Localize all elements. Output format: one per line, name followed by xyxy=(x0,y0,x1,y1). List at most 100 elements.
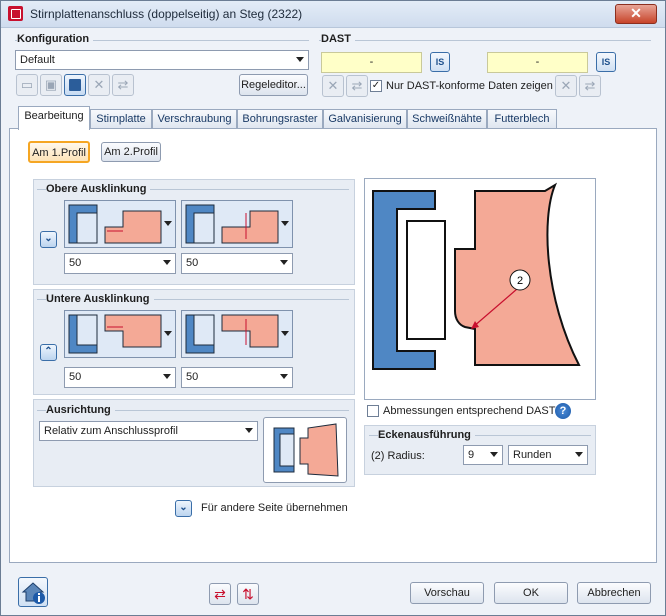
save-icon: ▣ xyxy=(44,77,58,92)
notch-vertical-icon xyxy=(185,204,279,244)
andere-seite-button[interactable]: ⌄ xyxy=(175,500,192,517)
chevron-down-icon xyxy=(280,260,288,265)
notch-horizontal-icon xyxy=(68,204,162,244)
dialog-window: Stirnplattenanschluss (doppelseitig) an … xyxy=(0,0,666,616)
chevron-down-icon xyxy=(163,374,171,379)
delete-config-button[interactable]: ✕ xyxy=(88,74,110,96)
ausrichtung-select[interactable]: Relativ zum Anschlussprofil xyxy=(39,421,258,441)
tab-galvanisierung[interactable]: Galvanisierung xyxy=(323,109,407,128)
refresh-icon: ⇄ xyxy=(584,78,596,93)
obere-value-2-select[interactable]: 50 xyxy=(181,253,293,274)
untere-variant-2[interactable] xyxy=(181,310,293,358)
joint-preview-drawing: 2 xyxy=(372,182,581,370)
double-chevron-up-icon: ⌃ xyxy=(44,346,53,357)
refresh-icon: ⇄ xyxy=(117,77,129,92)
tab-bohrungsraster[interactable]: Bohrungsraster xyxy=(237,109,323,128)
tab-futterblech[interactable]: Futterblech xyxy=(487,109,557,128)
am-2-profil-button[interactable]: Am 2.Profil xyxy=(101,142,161,162)
andere-seite-label: Für andere Seite übernehmen xyxy=(201,502,348,514)
tab-schweissnaehte[interactable]: Schweißnähte xyxy=(407,109,487,128)
dast-refresh-button-1[interactable]: ⇄ xyxy=(346,75,368,97)
abbrechen-button[interactable]: Abbrechen xyxy=(577,582,651,604)
swap-horizontal-icon: ⇄ xyxy=(214,586,226,602)
info-button[interactable] xyxy=(18,577,48,607)
new-config-button[interactable]: ▭ xyxy=(16,74,38,96)
chevron-down-icon xyxy=(163,260,171,265)
corner-mode-select[interactable]: Runden xyxy=(508,445,588,465)
save-as-config-button[interactable] xyxy=(64,74,86,96)
swap-horizontal-button[interactable]: ⇄ xyxy=(209,583,231,605)
save-config-button[interactable]: ▣ xyxy=(40,74,62,96)
ausrichtung-value: Relativ zum Anschlussprofil xyxy=(44,425,178,437)
notch-vertical-icon xyxy=(185,314,279,354)
chevron-down-icon xyxy=(245,428,253,433)
chevron-down-icon xyxy=(490,452,498,457)
radius-label: (2) Radius: xyxy=(371,450,425,462)
dast-field-2[interactable]: - xyxy=(487,52,588,73)
collapse-obere-button[interactable]: ⌄ xyxy=(40,231,57,248)
double-chevron-down-icon: ⌄ xyxy=(44,233,53,244)
untere-value-1: 50 xyxy=(69,371,82,383)
refresh-icon: ⇄ xyxy=(351,78,363,93)
delete-icon: ✕ xyxy=(93,77,105,92)
swap-vertical-icon: ⇅ xyxy=(242,586,254,602)
dast-is-button-2[interactable]: IS xyxy=(596,52,616,72)
untere-variant-1[interactable] xyxy=(64,310,176,358)
abmessungen-label: Abmessungen entsprechend DAST xyxy=(383,405,556,417)
delete-icon: ✕ xyxy=(327,78,339,93)
tab-stirnplatte[interactable]: Stirnplatte xyxy=(90,109,152,128)
preview-marker: 2 xyxy=(517,275,523,287)
abmessungen-checkbox[interactable] xyxy=(367,405,379,417)
dast-conform-label: Nur DAST-konforme Daten zeigen xyxy=(386,80,553,92)
close-button[interactable]: ✕ xyxy=(615,4,657,24)
refresh-config-button[interactable]: ⇄ xyxy=(112,74,134,96)
tab-bearbeitung[interactable]: Bearbeitung xyxy=(18,106,90,130)
obere-value-2: 50 xyxy=(186,257,199,269)
eckenausfuehrung-label: Eckenausführung xyxy=(378,429,475,441)
preview-panel: 2 xyxy=(364,178,596,400)
app-icon xyxy=(8,6,23,21)
corner-mode-value: Runden xyxy=(513,449,552,461)
konfiguration-select[interactable]: Default xyxy=(15,50,309,70)
dast-label: DAST xyxy=(321,33,355,45)
obere-value-1-select[interactable]: 50 xyxy=(64,253,176,274)
ausrichtung-label: Ausrichtung xyxy=(46,404,115,416)
dast-field-1[interactable]: - xyxy=(321,52,422,73)
collapse-untere-button[interactable]: ⌃ xyxy=(40,344,57,361)
chevron-down-icon xyxy=(575,452,583,457)
untere-ausklinkung-label: Untere Ausklinkung xyxy=(46,293,154,305)
notch-horizontal-icon xyxy=(68,314,162,354)
regeleditor-button[interactable]: Regeleditor... xyxy=(239,74,308,96)
document-icon: ▭ xyxy=(20,77,34,92)
chevron-down-icon xyxy=(164,221,172,226)
swap-vertical-button[interactable]: ⇅ xyxy=(237,583,259,605)
obere-variant-1[interactable] xyxy=(64,200,176,248)
obere-value-1: 50 xyxy=(69,257,82,269)
konfiguration-label: Konfiguration xyxy=(17,33,94,45)
chevron-down-icon xyxy=(280,374,288,379)
am-1-profil-button[interactable]: Am 1.Profil xyxy=(28,141,90,163)
dast-is-button-1[interactable]: IS xyxy=(430,52,450,72)
dast-refresh-button-2[interactable]: ⇄ xyxy=(579,75,601,97)
ausrichtung-preview[interactable] xyxy=(263,417,347,483)
dast-conform-checkbox[interactable]: ✓ xyxy=(370,80,382,92)
dast-delete-button-2[interactable]: ✕ xyxy=(555,75,577,97)
ok-button[interactable]: OK xyxy=(494,582,568,604)
vorschau-button[interactable]: Vorschau xyxy=(410,582,484,604)
window-title: Stirnplattenanschluss (doppelseitig) an … xyxy=(30,7,303,21)
obere-variant-2[interactable] xyxy=(181,200,293,248)
untere-value-2-select[interactable]: 50 xyxy=(181,367,293,388)
untere-value-2: 50 xyxy=(186,371,199,383)
tab-verschraubung[interactable]: Verschraubung xyxy=(152,109,237,128)
obere-ausklinkung-label: Obere Ausklinkung xyxy=(46,183,151,195)
delete-icon: ✕ xyxy=(560,78,572,93)
chevron-down-icon xyxy=(281,221,289,226)
radius-select[interactable]: 9 xyxy=(463,445,503,465)
save-as-icon xyxy=(69,79,81,91)
chevron-down-icon xyxy=(164,331,172,336)
house-info-icon xyxy=(21,582,45,604)
untere-value-1-select[interactable]: 50 xyxy=(64,367,176,388)
dast-delete-button-1[interactable]: ✕ xyxy=(322,75,344,97)
title-bar[interactable]: Stirnplattenanschluss (doppelseitig) an … xyxy=(1,1,665,28)
help-icon[interactable]: ? xyxy=(555,403,571,419)
